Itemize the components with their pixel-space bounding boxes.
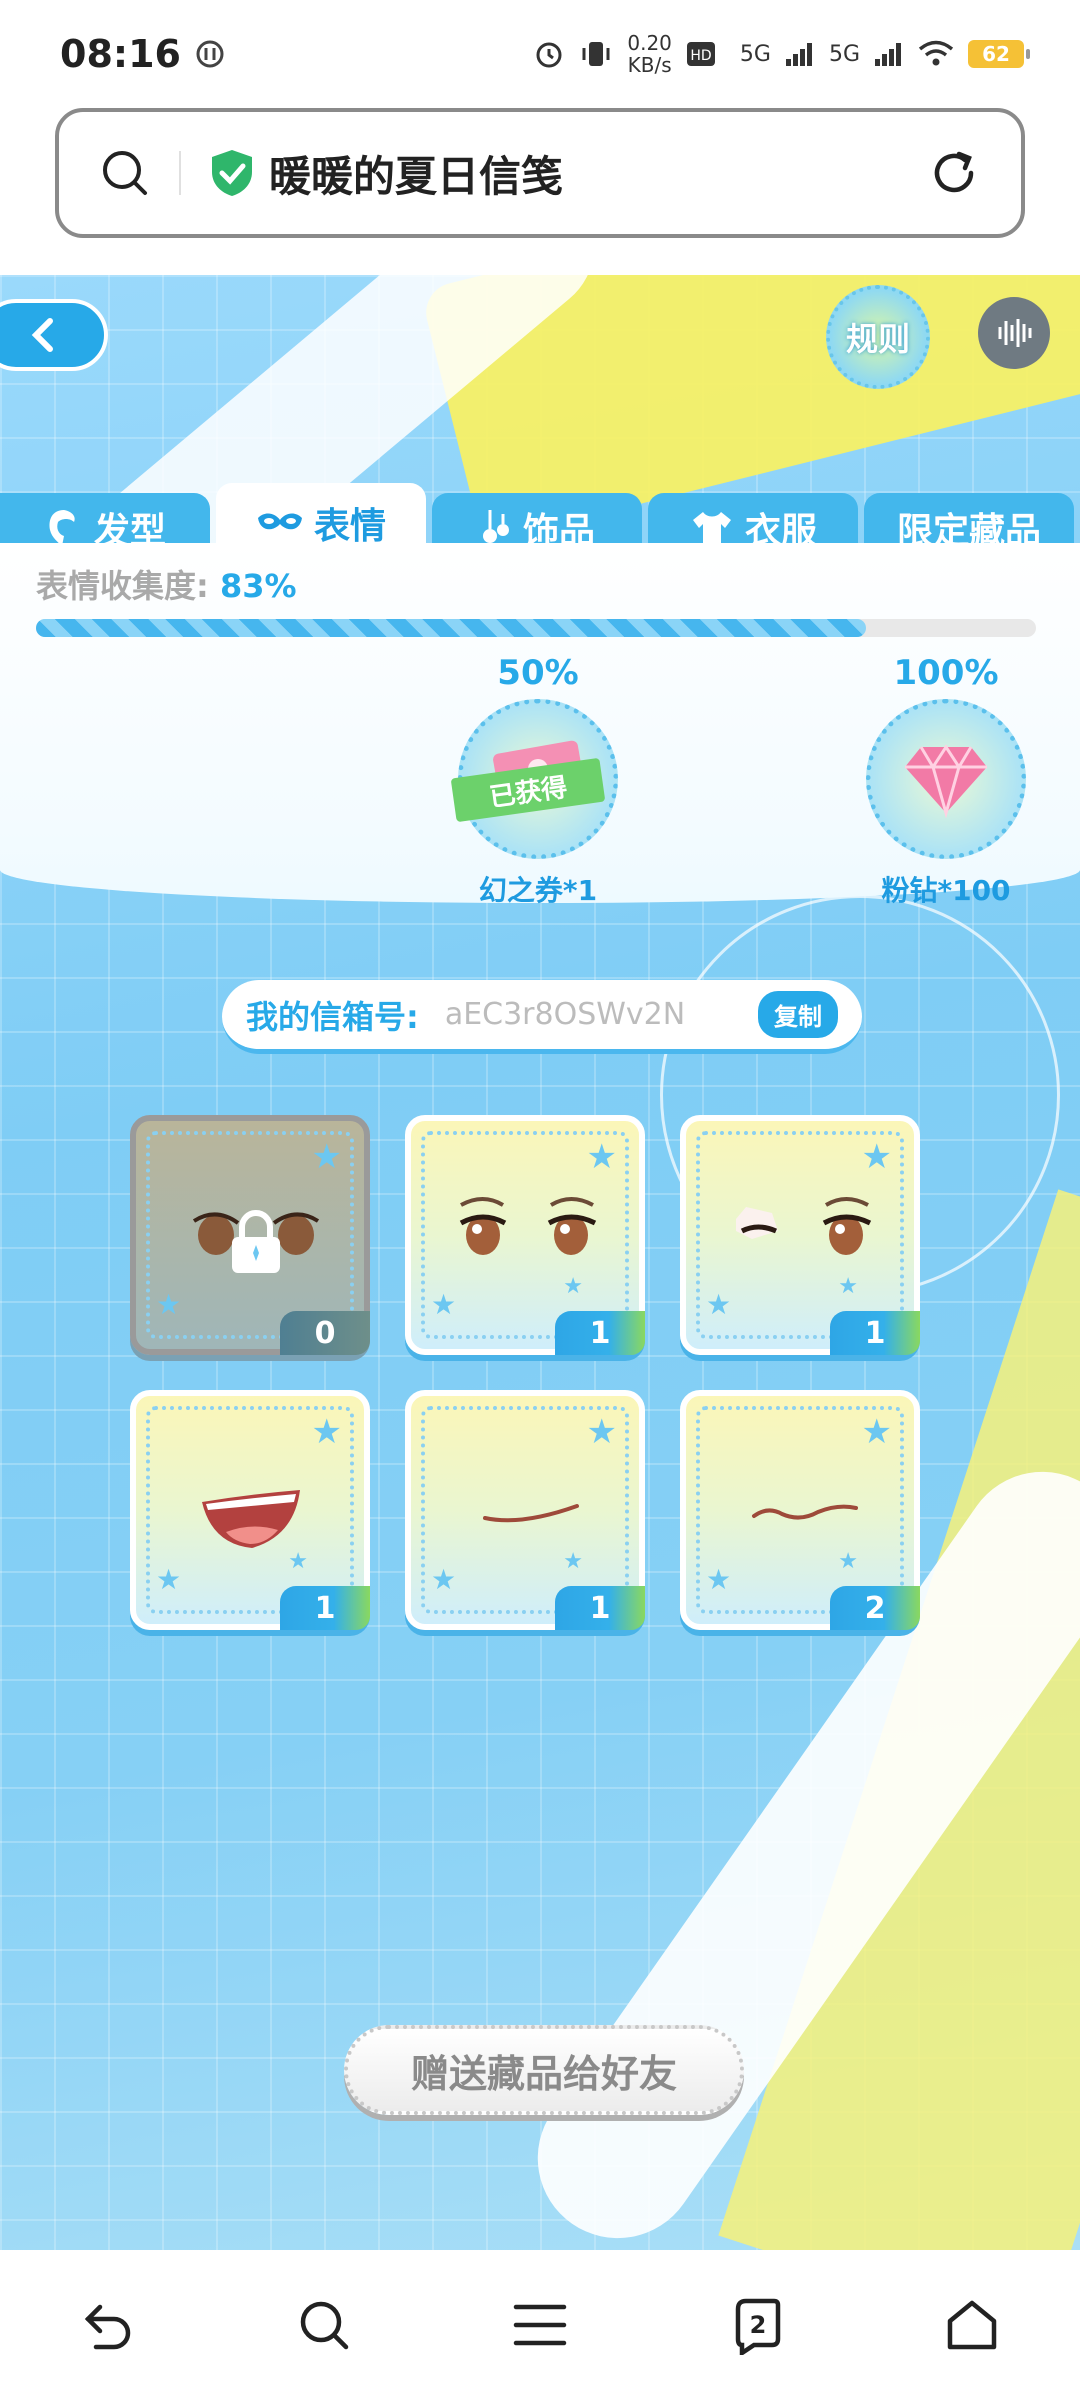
diamond-icon bbox=[905, 744, 987, 819]
nav-home[interactable] bbox=[912, 2265, 1032, 2385]
mailbox-id: aEC3r8OSWv2N bbox=[444, 997, 686, 1032]
open-mouth-icon bbox=[202, 1490, 300, 1548]
clothes-icon bbox=[692, 512, 731, 544]
item-count: 2 bbox=[830, 1586, 920, 1630]
music-button[interactable] bbox=[978, 297, 1050, 369]
collection-progress-fill bbox=[36, 619, 866, 637]
wavy-mouth-icon bbox=[752, 1504, 858, 1520]
wifi-icon bbox=[918, 40, 954, 66]
back-arrow-icon bbox=[84, 2304, 131, 2350]
alarm-icon bbox=[536, 42, 562, 68]
expression-item[interactable]: ★ ★ ★ 2 bbox=[680, 1390, 920, 1630]
audio-wave-icon bbox=[998, 319, 1032, 347]
collection-label: 表情收集度: 83% bbox=[36, 567, 297, 605]
star-icon: ★ bbox=[586, 1137, 617, 1177]
smile-mouth-icon bbox=[483, 1504, 579, 1523]
svg-text:HD: HD bbox=[690, 48, 711, 64]
tabs-icon: 2 bbox=[735, 2298, 781, 2355]
expression-item[interactable]: ★ ★ ★ 1 bbox=[680, 1115, 920, 1355]
mailbox-id-bar: 我的信箱号: aEC3r8OSWv2N 复制 bbox=[222, 980, 862, 1054]
expression-item[interactable]: ★ ★ ★ 1 bbox=[405, 1115, 645, 1355]
reward-diamond[interactable] bbox=[866, 699, 1026, 859]
milestone-50[interactable]: 50% 已获得 幻之券*1 bbox=[448, 653, 628, 909]
star-icon: ★ bbox=[563, 1549, 583, 1574]
star-icon: ★ bbox=[311, 1412, 342, 1452]
star-icon: ★ bbox=[586, 1412, 617, 1452]
chevron-left-icon bbox=[31, 318, 53, 352]
status-bar: 08:16 0.20 KB/s HD 5G 5G 62 bbox=[0, 0, 1080, 108]
mask-icon bbox=[257, 513, 302, 530]
back-button[interactable] bbox=[0, 299, 108, 371]
reward-ticket[interactable]: 已获得 bbox=[450, 699, 618, 859]
shield-check-icon bbox=[212, 150, 252, 196]
nav-menu[interactable] bbox=[480, 2265, 600, 2385]
item-count: 1 bbox=[555, 1311, 645, 1355]
eyes-icon bbox=[459, 1197, 597, 1255]
expression-item-locked[interactable]: ★ ★ 0 bbox=[130, 1115, 370, 1355]
star-icon: ★ bbox=[838, 1274, 858, 1299]
gift-to-friend-button[interactable]: 赠送藏品给好友 bbox=[344, 2025, 744, 2115]
star-icon: ★ bbox=[311, 1137, 342, 1177]
item-count: 0 bbox=[280, 1311, 370, 1355]
vibrate-icon bbox=[582, 42, 610, 66]
copy-button[interactable]: 复制 bbox=[758, 991, 838, 1038]
item-count: 1 bbox=[830, 1311, 920, 1355]
status-left: 08:16 bbox=[60, 32, 225, 76]
collection-panel: 表情收集度: 83% 50% 已获得 幻之券*1 100% 粉钻*100 bbox=[0, 543, 1080, 907]
expression-item[interactable]: ★ ★ ★ 1 bbox=[405, 1390, 645, 1630]
address-bar[interactable]: 暖暖的夏日信笺 bbox=[55, 108, 1025, 238]
hd-icon: HD bbox=[686, 42, 715, 66]
milestone-100[interactable]: 100% 粉钻*100 bbox=[856, 653, 1036, 909]
status-right: 0.20 KB/s HD 5G 5G 62 bbox=[533, 31, 1030, 77]
status-time: 08:16 bbox=[60, 32, 181, 76]
search-icon[interactable] bbox=[99, 147, 151, 199]
nav-search[interactable] bbox=[264, 2265, 384, 2385]
star-icon: ★ bbox=[706, 1288, 732, 1321]
browser-bottom-nav: 2 bbox=[0, 2250, 1080, 2400]
menu-icon bbox=[513, 2304, 567, 2346]
sync-icon bbox=[196, 40, 224, 68]
network-type-1: 5G bbox=[739, 41, 771, 67]
address-separator bbox=[179, 151, 181, 195]
net-speed: 0.20 KB/s bbox=[627, 31, 672, 77]
page-title: 暖暖的夏日信笺 bbox=[269, 151, 564, 201]
star-icon: ★ bbox=[861, 1137, 892, 1177]
star-icon: ★ bbox=[156, 1563, 182, 1596]
collection-progress-bar bbox=[36, 619, 1036, 637]
home-icon bbox=[947, 2300, 997, 2350]
star-icon: ★ bbox=[838, 1549, 858, 1574]
star-icon: ★ bbox=[861, 1412, 892, 1452]
nav-tabs[interactable]: 2 bbox=[696, 2265, 816, 2385]
expression-grid: ★ ★ 0 ★ ★ ★ 1 ★ ★ ★ 1 ★ ★ ★ 1 ★ ★ ★ 1 ★ … bbox=[130, 1115, 930, 1630]
rules-button[interactable]: 规则 bbox=[826, 285, 930, 389]
game-area: 规则 发型 表情 饰品 衣服 限定藏品 表情收集度: 83% 50% 已获得 幻… bbox=[0, 275, 1080, 2250]
lock-icon bbox=[232, 1210, 280, 1273]
star-icon: ★ bbox=[156, 1288, 182, 1321]
item-count: 1 bbox=[280, 1586, 370, 1630]
search-icon bbox=[300, 2301, 349, 2350]
star-icon: ★ bbox=[431, 1288, 457, 1321]
star-icon: ★ bbox=[563, 1274, 583, 1299]
tab-count: 2 bbox=[750, 2311, 767, 2339]
star-icon: ★ bbox=[706, 1563, 732, 1596]
mailbox-label: 我的信箱号: bbox=[246, 997, 419, 1036]
signal-icon-1 bbox=[785, 43, 812, 66]
signal-icon-2 bbox=[875, 43, 901, 66]
collection-percent: 83% bbox=[219, 567, 297, 605]
expression-item[interactable]: ★ ★ ★ 1 bbox=[130, 1390, 370, 1630]
wink-eyes-icon bbox=[736, 1197, 872, 1255]
battery-indicator: 62 bbox=[968, 40, 1030, 68]
star-icon: ★ bbox=[431, 1563, 457, 1596]
item-count: 1 bbox=[555, 1586, 645, 1630]
refresh-icon[interactable] bbox=[927, 146, 981, 200]
network-type-2: 5G bbox=[828, 41, 860, 67]
nav-back[interactable] bbox=[48, 2265, 168, 2385]
